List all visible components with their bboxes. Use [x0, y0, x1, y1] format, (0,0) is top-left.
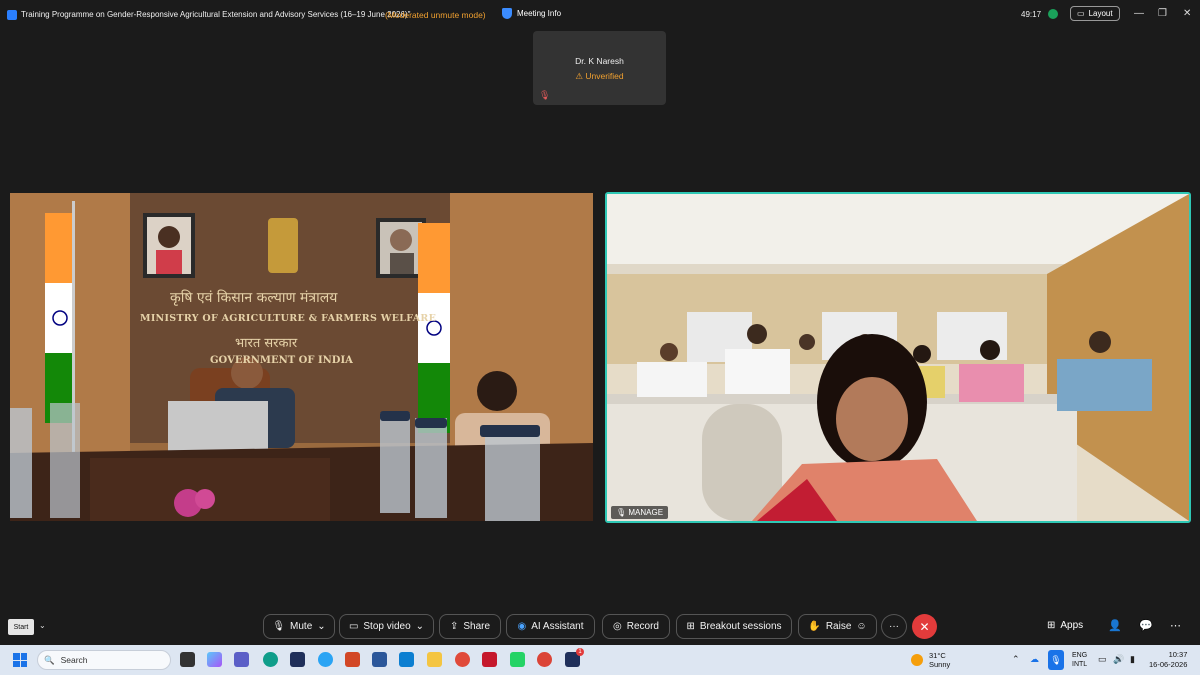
banner-english: MINISTRY OF AGRICULTURE & FARMERS WELFAR…	[140, 313, 437, 324]
connection-status-icon[interactable]	[1048, 9, 1058, 19]
edge-icon[interactable]	[263, 652, 278, 667]
unverified-status: ⚠ Unverified	[575, 71, 624, 81]
chrome-icon[interactable]	[455, 652, 470, 667]
chevron-down-icon: ⌄	[317, 621, 326, 632]
classroom-scene	[607, 194, 1189, 521]
gov-english: GOVERNMENT OF INDIA	[210, 355, 353, 366]
meeting-controls: Start ⌄ 🎙 Mute ⌄ ▭ Stop video ⌄ ⇪ Share …	[0, 612, 1200, 642]
close-icon: ✕	[919, 619, 930, 634]
record-button[interactable]: ◎ Record	[602, 614, 670, 639]
meeting-timer: 49:17	[1021, 10, 1042, 19]
reaction-icon[interactable]: ☺	[856, 621, 866, 632]
app-icon[interactable]	[318, 652, 333, 667]
share-button[interactable]: ⇪ Share	[439, 614, 501, 639]
participants-icon[interactable]: 👤	[1108, 619, 1122, 632]
mic-icon: 🎙	[616, 508, 627, 517]
powerpoint-icon[interactable]	[345, 652, 360, 667]
restore-icon[interactable]: ❐	[1158, 8, 1167, 19]
more-icon: ···	[889, 621, 899, 632]
search-icon: 🔍	[44, 654, 55, 665]
teams-icon[interactable]	[234, 652, 249, 667]
volume-icon[interactable]: 🔊	[1113, 654, 1124, 665]
breakout-icon: ⊞	[686, 621, 695, 632]
meeting-info-label: Meeting Info	[517, 9, 562, 18]
banner-hindi: कृषि एवं किसान कल्याण मंत्रालय	[170, 290, 338, 306]
webex-icon[interactable]	[290, 652, 305, 667]
chevron-down-icon: ⌄	[415, 621, 425, 632]
whatsapp-icon[interactable]	[510, 652, 525, 667]
gov-hindi: भारत सरकार	[235, 336, 298, 351]
start-button[interactable]: Start	[8, 619, 34, 635]
ai-assistant-icon: ◉	[517, 621, 527, 632]
wps-icon[interactable]	[482, 652, 497, 667]
weather-temp: 31°C	[929, 651, 946, 660]
apps-icon: ⊞	[1047, 620, 1056, 631]
apps-button[interactable]: ⊞ Apps	[1047, 620, 1083, 631]
chevron-up-icon[interactable]: ⌃	[1012, 654, 1020, 665]
webex-logo-icon	[7, 10, 17, 20]
stop-video-button[interactable]: ▭ Stop video ⌄	[339, 614, 434, 639]
task-view-icon[interactable]	[180, 652, 195, 667]
store-icon[interactable]	[399, 652, 414, 667]
copilot-icon[interactable]	[207, 652, 222, 667]
system-clock[interactable]: 10:37 16-06-2026	[1149, 650, 1187, 670]
layout-button[interactable]: ▭ Layout	[1070, 6, 1120, 21]
video-left-ministry[interactable]: कृषि एवं किसान कल्याण मंत्रालय MINISTRY …	[10, 193, 593, 521]
windows-start-icon[interactable]	[13, 653, 27, 667]
meeting-title: Training Programme on Gender-Responsive …	[21, 10, 411, 19]
chrome-profile-icon[interactable]	[537, 652, 552, 667]
minimize-icon[interactable]: —	[1134, 8, 1144, 19]
battery-icon[interactable]: ▮	[1130, 654, 1135, 665]
warning-icon: ⚠	[575, 71, 583, 81]
onedrive-icon[interactable]: ☁	[1030, 654, 1039, 665]
notification-badge: 1	[576, 648, 584, 656]
weather-widget[interactable]: 31°C Sunny	[911, 651, 950, 669]
record-icon: ◎	[613, 621, 622, 632]
file-explorer-icon[interactable]	[427, 652, 442, 667]
chat-icon[interactable]: 💬	[1139, 619, 1153, 632]
mute-button[interactable]: 🎙 Mute ⌄	[263, 614, 335, 639]
layout-icon: ▭	[1077, 9, 1085, 18]
end-call-button[interactable]: ✕	[912, 614, 937, 639]
microphone-in-use-icon[interactable]: 🎙	[1048, 650, 1064, 670]
weather-desc: Sunny	[929, 660, 951, 669]
taskbar-search[interactable]: 🔍 Search	[37, 650, 171, 670]
video-right-classroom[interactable]: 🎙 MANAGE	[605, 192, 1191, 523]
chevron-down-icon[interactable]: ⌄	[39, 621, 46, 630]
hand-icon: ✋	[808, 621, 821, 632]
webex-active-icon[interactable]: 1	[565, 648, 584, 667]
more-icon[interactable]: ⋯	[1170, 619, 1181, 632]
meeting-info-button[interactable]: Meeting Info	[502, 8, 561, 19]
language-indicator[interactable]: ENG INTL	[1072, 651, 1087, 669]
title-bar: Training Programme on Gender-Responsive …	[0, 0, 1200, 30]
share-icon: ⇪	[449, 621, 459, 632]
raise-button[interactable]: ✋ Raise ☺	[798, 614, 877, 639]
moderated-mode-label: (Moderated unmute mode)	[385, 10, 486, 20]
ai-assistant-button[interactable]: ◉ AI Assistant	[506, 614, 595, 639]
windows-taskbar: 🔍 Search 1 31°C Sunny ⌃ ☁ 🎙 ENG INTL ▭ 🔊…	[0, 645, 1200, 675]
camera-icon: ▭	[348, 621, 359, 632]
sun-icon	[911, 654, 923, 666]
layout-label: Layout	[1088, 9, 1113, 18]
close-icon[interactable]: ✕	[1183, 8, 1191, 19]
shield-icon	[502, 8, 512, 19]
word-icon[interactable]	[372, 652, 387, 667]
participant-name: Dr. K Naresh	[575, 56, 624, 66]
mic-off-icon: 🎙	[539, 90, 551, 100]
more-options-button[interactable]: ···	[881, 614, 907, 639]
microphone-icon: 🎙	[272, 621, 286, 632]
video-label: 🎙 MANAGE	[611, 506, 669, 519]
participant-tile[interactable]: Dr. K Naresh ⚠ Unverified 🎙	[533, 31, 666, 105]
display-icon[interactable]: ▭	[1098, 654, 1107, 665]
breakout-sessions-button[interactable]: ⊞ Breakout sessions	[676, 614, 792, 639]
